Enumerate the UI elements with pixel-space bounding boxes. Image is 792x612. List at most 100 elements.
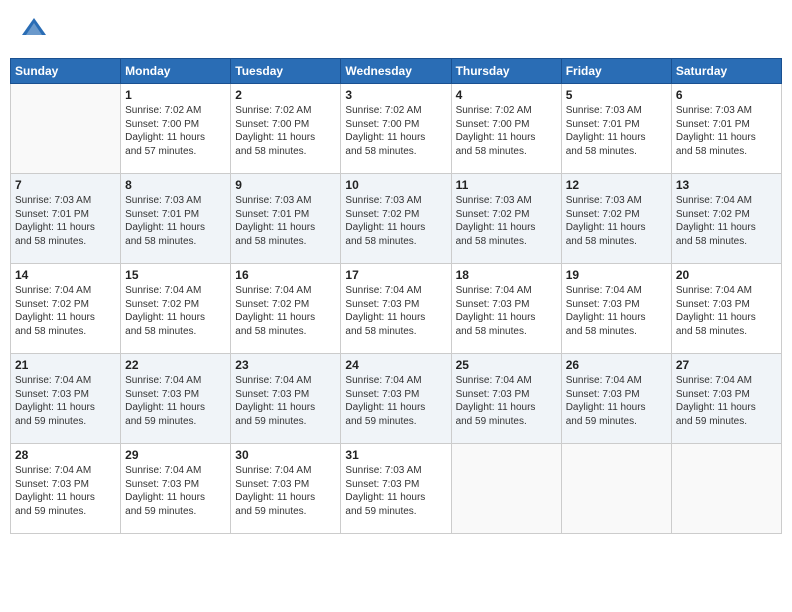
- calendar-cell: 8 Sunrise: 7:03 AMSunset: 7:01 PMDaylight…: [121, 174, 231, 264]
- day-number: 19: [566, 268, 667, 282]
- calendar-cell: [451, 444, 561, 534]
- calendar-cell: 15 Sunrise: 7:04 AMSunset: 7:02 PMDayligh…: [121, 264, 231, 354]
- calendar-cell: 24 Sunrise: 7:04 AMSunset: 7:03 PMDayligh…: [341, 354, 451, 444]
- day-number: 25: [456, 358, 557, 372]
- day-info: Sunrise: 7:04 AMSunset: 7:03 PMDaylight:…: [676, 374, 777, 428]
- day-number: 18: [456, 268, 557, 282]
- day-info: Sunrise: 7:04 AMSunset: 7:03 PMDaylight:…: [15, 374, 116, 428]
- day-info: Sunrise: 7:04 AMSunset: 7:02 PMDaylight:…: [125, 284, 226, 338]
- day-info: Sunrise: 7:04 AMSunset: 7:02 PMDaylight:…: [15, 284, 116, 338]
- day-info: Sunrise: 7:04 AMSunset: 7:03 PMDaylight:…: [566, 284, 667, 338]
- calendar-cell: 2 Sunrise: 7:02 AMSunset: 7:00 PMDaylight…: [231, 84, 341, 174]
- day-number: 4: [456, 88, 557, 102]
- calendar-cell: 1 Sunrise: 7:02 AMSunset: 7:00 PMDaylight…: [121, 84, 231, 174]
- calendar-cell: 21Sunrise: 7:04 AMSunset: 7:03 PMDayligh…: [11, 354, 121, 444]
- calendar-cell: 25 Sunrise: 7:04 AMSunset: 7:03 PMDayligh…: [451, 354, 561, 444]
- day-info: Sunrise: 7:04 AMSunset: 7:02 PMDaylight:…: [676, 194, 777, 248]
- calendar-cell: 29 Sunrise: 7:04 AMSunset: 7:03 PMDayligh…: [121, 444, 231, 534]
- calendar-cell: 14 Sunrise: 7:04 AMSunset: 7:02 PMDayligh…: [11, 264, 121, 354]
- calendar-week-row: 28 Sunrise: 7:04 AMSunset: 7:03 PMDayligh…: [11, 444, 782, 534]
- calendar-week-row: 7 Sunrise: 7:03 AMSunset: 7:01 PMDaylight…: [11, 174, 782, 264]
- day-info: Sunrise: 7:04 AMSunset: 7:03 PMDaylight:…: [235, 464, 336, 518]
- day-info: Sunrise: 7:04 AMSunset: 7:02 PMDaylight:…: [235, 284, 336, 338]
- day-number: 7: [15, 178, 116, 192]
- calendar-cell: 16Sunrise: 7:04 AMSunset: 7:02 PMDayligh…: [231, 264, 341, 354]
- day-number: 29: [125, 448, 226, 462]
- day-number: 11: [456, 178, 557, 192]
- calendar-cell: 10 Sunrise: 7:03 AMSunset: 7:02 PMDayligh…: [341, 174, 451, 264]
- calendar-cell: 9Sunrise: 7:03 AMSunset: 7:01 PMDaylight…: [231, 174, 341, 264]
- day-number: 1: [125, 88, 226, 102]
- calendar-week-row: 21Sunrise: 7:04 AMSunset: 7:03 PMDayligh…: [11, 354, 782, 444]
- day-number: 31: [345, 448, 446, 462]
- calendar-cell: [11, 84, 121, 174]
- day-number: 17: [345, 268, 446, 282]
- weekday-header-tuesday: Tuesday: [231, 59, 341, 84]
- calendar-cell: 18 Sunrise: 7:04 AMSunset: 7:03 PMDayligh…: [451, 264, 561, 354]
- day-number: 23: [235, 358, 336, 372]
- day-info: Sunrise: 7:04 AMSunset: 7:03 PMDaylight:…: [456, 284, 557, 338]
- day-info: Sunrise: 7:04 AMSunset: 7:03 PMDaylight:…: [125, 374, 226, 428]
- calendar-cell: [671, 444, 781, 534]
- logo: [20, 15, 52, 43]
- day-info: Sunrise: 7:03 AMSunset: 7:01 PMDaylight:…: [15, 194, 116, 248]
- calendar-cell: 17 Sunrise: 7:04 AMSunset: 7:03 PMDayligh…: [341, 264, 451, 354]
- weekday-header-sunday: Sunday: [11, 59, 121, 84]
- day-number: 15: [125, 268, 226, 282]
- calendar-table: SundayMondayTuesdayWednesdayThursdayFrid…: [10, 58, 782, 534]
- calendar-cell: 11Sunrise: 7:03 AMSunset: 7:02 PMDayligh…: [451, 174, 561, 264]
- calendar-cell: 20 Sunrise: 7:04 AMSunset: 7:03 PMDayligh…: [671, 264, 781, 354]
- calendar-cell: 6Sunrise: 7:03 AMSunset: 7:01 PMDaylight…: [671, 84, 781, 174]
- day-info: Sunrise: 7:02 AMSunset: 7:00 PMDaylight:…: [125, 104, 226, 158]
- day-info: Sunrise: 7:03 AMSunset: 7:02 PMDaylight:…: [345, 194, 446, 248]
- day-number: 22: [125, 358, 226, 372]
- calendar-cell: 27Sunrise: 7:04 AMSunset: 7:03 PMDayligh…: [671, 354, 781, 444]
- logo-icon: [20, 15, 48, 43]
- calendar-cell: 22 Sunrise: 7:04 AMSunset: 7:03 PMDayligh…: [121, 354, 231, 444]
- day-info: Sunrise: 7:04 AMSunset: 7:03 PMDaylight:…: [566, 374, 667, 428]
- page-header: [10, 10, 782, 48]
- calendar-cell: 13 Sunrise: 7:04 AMSunset: 7:02 PMDayligh…: [671, 174, 781, 264]
- day-number: 20: [676, 268, 777, 282]
- day-info: Sunrise: 7:03 AMSunset: 7:01 PMDaylight:…: [676, 104, 777, 158]
- day-number: 30: [235, 448, 336, 462]
- day-number: 14: [15, 268, 116, 282]
- day-info: Sunrise: 7:04 AMSunset: 7:03 PMDaylight:…: [345, 284, 446, 338]
- day-number: 24: [345, 358, 446, 372]
- day-number: 10: [345, 178, 446, 192]
- weekday-header-friday: Friday: [561, 59, 671, 84]
- day-number: 2: [235, 88, 336, 102]
- day-info: Sunrise: 7:03 AMSunset: 7:01 PMDaylight:…: [566, 104, 667, 158]
- calendar-cell: 3 Sunrise: 7:02 AMSunset: 7:00 PMDaylight…: [341, 84, 451, 174]
- day-info: Sunrise: 7:04 AMSunset: 7:03 PMDaylight:…: [345, 374, 446, 428]
- calendar-cell: 4Sunrise: 7:02 AMSunset: 7:00 PMDaylight…: [451, 84, 561, 174]
- day-info: Sunrise: 7:04 AMSunset: 7:03 PMDaylight:…: [456, 374, 557, 428]
- day-number: 26: [566, 358, 667, 372]
- calendar-cell: 30 Sunrise: 7:04 AMSunset: 7:03 PMDayligh…: [231, 444, 341, 534]
- day-info: Sunrise: 7:04 AMSunset: 7:03 PMDaylight:…: [125, 464, 226, 518]
- calendar-week-row: 1 Sunrise: 7:02 AMSunset: 7:00 PMDaylight…: [11, 84, 782, 174]
- weekday-header-saturday: Saturday: [671, 59, 781, 84]
- day-info: Sunrise: 7:04 AMSunset: 7:03 PMDaylight:…: [15, 464, 116, 518]
- day-info: Sunrise: 7:02 AMSunset: 7:00 PMDaylight:…: [235, 104, 336, 158]
- calendar-cell: 5 Sunrise: 7:03 AMSunset: 7:01 PMDaylight…: [561, 84, 671, 174]
- day-info: Sunrise: 7:03 AMSunset: 7:03 PMDaylight:…: [345, 464, 446, 518]
- calendar-cell: 31 Sunrise: 7:03 AMSunset: 7:03 PMDayligh…: [341, 444, 451, 534]
- day-number: 3: [345, 88, 446, 102]
- day-info: Sunrise: 7:02 AMSunset: 7:00 PMDaylight:…: [345, 104, 446, 158]
- calendar-cell: [561, 444, 671, 534]
- day-number: 5: [566, 88, 667, 102]
- day-info: Sunrise: 7:03 AMSunset: 7:01 PMDaylight:…: [125, 194, 226, 248]
- day-number: 12: [566, 178, 667, 192]
- day-number: 8: [125, 178, 226, 192]
- day-info: Sunrise: 7:03 AMSunset: 7:01 PMDaylight:…: [235, 194, 336, 248]
- day-info: Sunrise: 7:04 AMSunset: 7:03 PMDaylight:…: [676, 284, 777, 338]
- calendar-cell: 7 Sunrise: 7:03 AMSunset: 7:01 PMDaylight…: [11, 174, 121, 264]
- calendar-week-row: 14 Sunrise: 7:04 AMSunset: 7:02 PMDayligh…: [11, 264, 782, 354]
- weekday-header-wednesday: Wednesday: [341, 59, 451, 84]
- weekday-header-thursday: Thursday: [451, 59, 561, 84]
- day-number: 28: [15, 448, 116, 462]
- calendar-cell: 19 Sunrise: 7:04 AMSunset: 7:03 PMDayligh…: [561, 264, 671, 354]
- day-number: 13: [676, 178, 777, 192]
- calendar-cell: 12Sunrise: 7:03 AMSunset: 7:02 PMDayligh…: [561, 174, 671, 264]
